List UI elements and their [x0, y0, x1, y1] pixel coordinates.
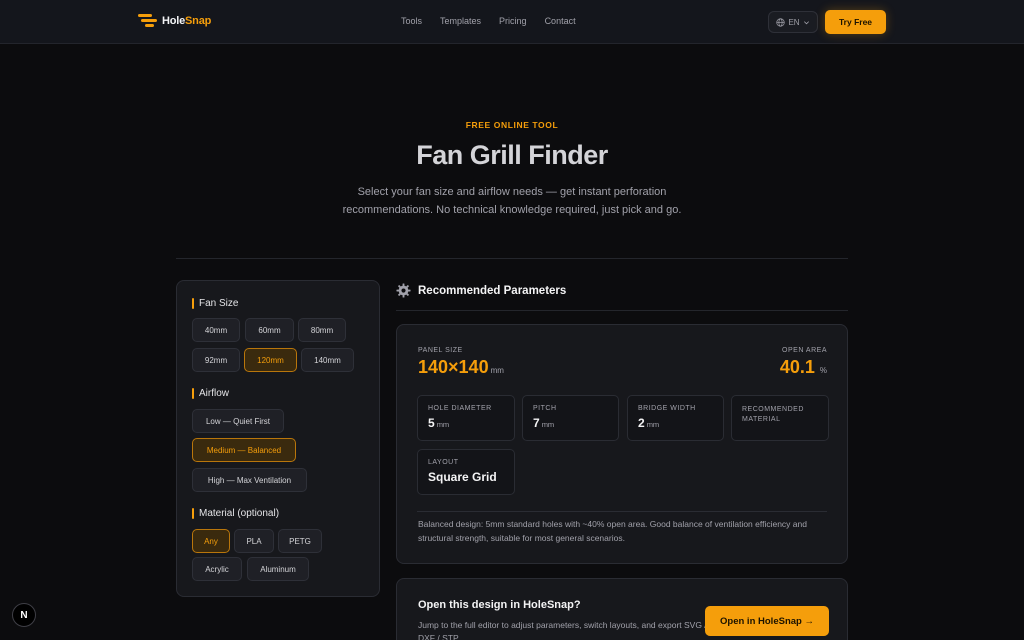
logo-text: HoleSnap	[162, 15, 212, 27]
open-area-value: 40.1%	[779, 357, 827, 377]
hole-diameter-label: HOLE DIAMETER	[428, 405, 492, 412]
open-in-holesnap-button[interactable]: Open in HoleSnap →	[705, 606, 829, 636]
recommended-material-label: RECOMMENDED MATERIAL	[742, 406, 804, 423]
layout-label: LAYOUT	[428, 459, 459, 466]
hole-diameter-value: 5 mm	[428, 416, 450, 430]
material-option-acrylic[interactable]: Acrylic	[192, 557, 242, 581]
panel-size-block: PANEL SIZE 140×140 mm	[418, 347, 504, 378]
fan-size-option-60mm[interactable]: 60mm	[245, 318, 294, 342]
material-option-pla[interactable]: PLA	[234, 529, 274, 553]
cta-subtitle: Jump to the full editor to adjust parame…	[418, 620, 707, 640]
fan-size-option-92mm[interactable]: 92mm	[192, 348, 240, 372]
bridge-width-label: BRIDGE WIDTH	[638, 405, 696, 412]
hero-eyebrow: FREE ONLINE TOOL	[465, 120, 559, 130]
section-divider	[176, 258, 848, 259]
open-area-block: OPEN AREA 40.1%	[780, 347, 827, 378]
logo[interactable]: HoleSnap	[138, 13, 211, 29]
pitch-label: PITCH	[533, 405, 557, 412]
open-area-label: OPEN AREA	[782, 347, 827, 354]
recommended-heading-text: Recommended Parameters	[418, 284, 567, 297]
chevron-down-icon	[803, 20, 809, 24]
layout-value: Square Grid	[428, 470, 497, 484]
options-panel: Fan Size 40mm 60mm 80mm 92mm 120mm 140mm…	[176, 280, 380, 597]
description-divider	[417, 511, 827, 512]
bridge-width-card: BRIDGE WIDTH 2 mm	[627, 395, 724, 441]
fan-size-title: Fan Size	[192, 298, 238, 309]
nav-link-tools[interactable]: Tools	[401, 16, 422, 26]
hole-diameter-card: HOLE DIAMETER 5 mm	[417, 395, 515, 441]
airflow-title: Airflow	[192, 388, 229, 399]
logo-icon	[138, 13, 158, 29]
material-option-petg[interactable]: PETG	[278, 529, 322, 553]
globe-icon	[776, 17, 786, 27]
language-selector[interactable]: EN	[768, 11, 818, 33]
main-nav: Tools Templates Pricing Contact	[401, 16, 576, 26]
cta-title: Open this design in HoleSnap?	[418, 599, 581, 611]
material-title: Material (optional)	[192, 508, 279, 519]
pitch-card: PITCH 7 mm	[522, 395, 619, 441]
recommended-heading: Recommended Parameters	[396, 283, 566, 298]
pitch-value: 7 mm	[533, 416, 555, 430]
nav-link-pricing[interactable]: Pricing	[499, 16, 527, 26]
page-title: Fan Grill Finder	[416, 140, 608, 170]
material-option-aluminum[interactable]: Aluminum	[247, 557, 309, 581]
recommended-divider	[396, 310, 848, 311]
airflow-option-medium[interactable]: Medium — Balanced	[192, 438, 296, 462]
nav-link-templates[interactable]: Templates	[440, 16, 481, 26]
try-free-button[interactable]: Try Free	[825, 10, 886, 34]
recommended-material-card: RECOMMENDED MATERIAL	[731, 395, 829, 441]
fan-size-option-140mm[interactable]: 140mm	[301, 348, 354, 372]
open-in-editor-card: Open this design in HoleSnap? Jump to th…	[396, 578, 848, 640]
language-code: EN	[788, 17, 800, 27]
layout-card: LAYOUT Square Grid	[417, 449, 515, 495]
n-badge[interactable]: N	[12, 603, 36, 627]
airflow-option-low[interactable]: Low — Quiet First	[192, 409, 284, 433]
fan-size-option-120mm[interactable]: 120mm	[244, 348, 297, 372]
gear-icon	[396, 283, 411, 298]
material-option-any[interactable]: Any	[192, 529, 230, 553]
top-navbar: HoleSnap Tools Templates Pricing Contact…	[0, 0, 1024, 44]
airflow-option-high[interactable]: High — Max Ventilation	[192, 468, 307, 492]
bridge-width-value: 2 mm	[638, 416, 660, 430]
panel-size-value: 140×140 mm	[418, 357, 504, 377]
recommendation-description: Balanced design: 5mm standard holes with…	[418, 519, 807, 543]
hero-subtitle: Select your fan size and airflow needs —…	[342, 186, 682, 216]
recommendation-card: PANEL SIZE 140×140 mm OPEN AREA 40.1% HOL…	[396, 324, 848, 564]
fan-size-option-40mm[interactable]: 40mm	[192, 318, 240, 342]
nav-link-contact[interactable]: Contact	[545, 16, 576, 26]
panel-size-label: PANEL SIZE	[418, 347, 463, 354]
fan-size-option-80mm[interactable]: 80mm	[298, 318, 346, 342]
